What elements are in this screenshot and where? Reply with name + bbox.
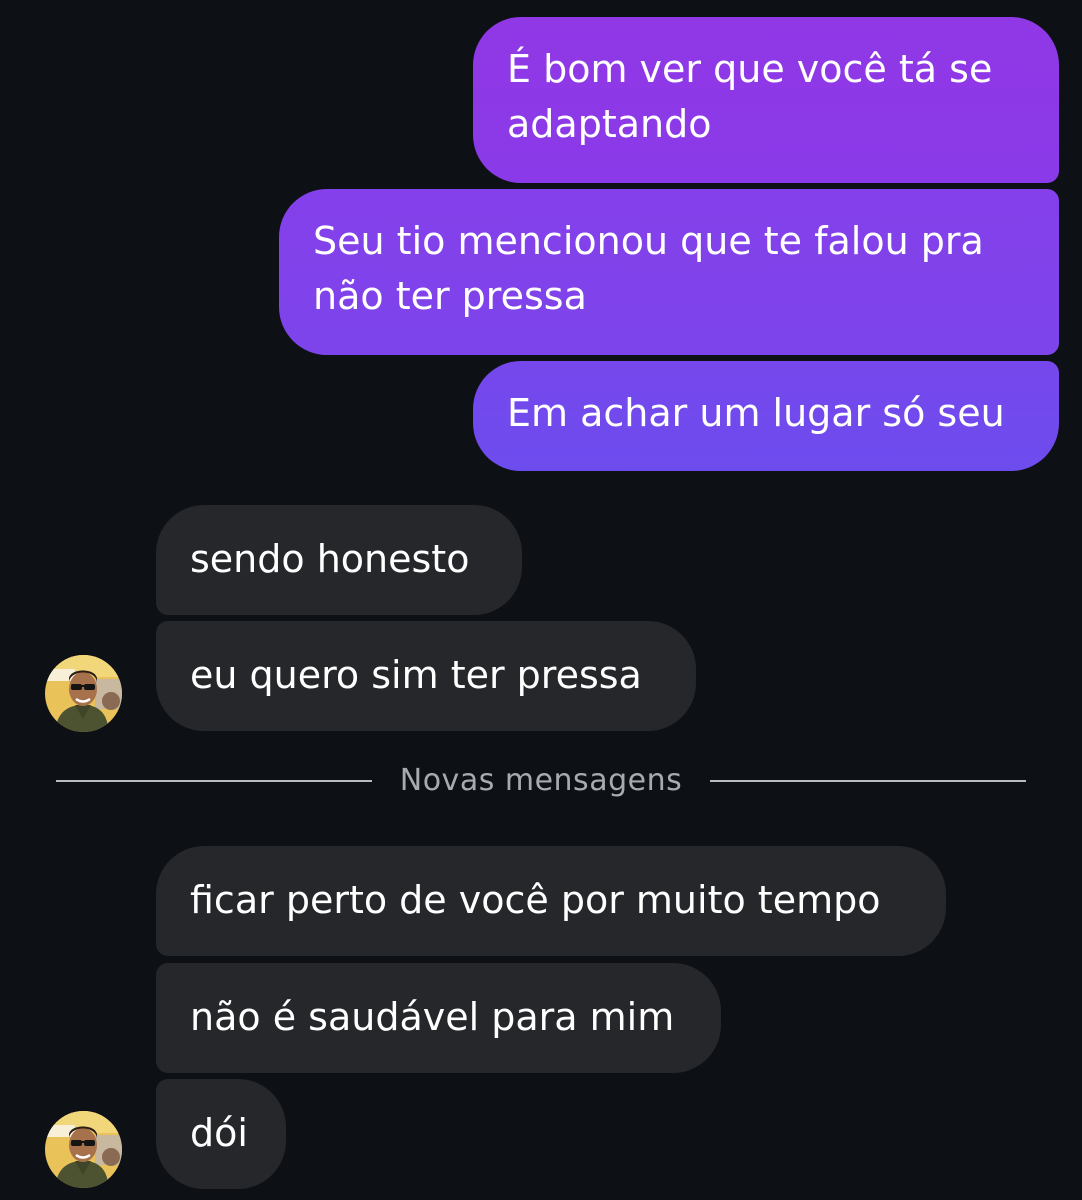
message-text: Em achar um lugar só seu (507, 391, 1005, 435)
received-message[interactable]: não é saudável para mim (156, 963, 721, 1073)
sent-message[interactable]: Em achar um lugar só seu (473, 361, 1059, 471)
message-text-line: não ter pressa (313, 274, 587, 318)
divider-line (710, 780, 1026, 782)
message-text-line: É bom ver que você tá se (507, 47, 993, 91)
message-text: dói (190, 1111, 248, 1155)
sent-message[interactable]: Seu tio mencionou que te falou pra não t… (279, 189, 1059, 355)
received-message[interactable]: dói (156, 1079, 286, 1189)
message-text: não é saudável para mim (190, 995, 675, 1039)
message-text: ficar perto de você por muito tempo (190, 878, 881, 922)
received-message[interactable]: sendo honesto (156, 505, 522, 615)
received-message[interactable]: ficar perto de você por muito tempo (156, 846, 946, 956)
message-text-line: Seu tio mencionou que te falou pra (313, 219, 984, 263)
avatar-photo-icon (45, 655, 122, 732)
message-text-line: adaptando (507, 102, 712, 146)
message-text: sendo honesto (190, 537, 470, 581)
received-message[interactable]: eu quero sim ter pressa (156, 621, 696, 731)
message-text: eu quero sim ter pressa (190, 653, 642, 697)
contact-avatar[interactable] (45, 655, 122, 732)
avatar-photo-icon (45, 1111, 122, 1188)
contact-avatar[interactable] (45, 1111, 122, 1188)
new-messages-divider: Novas mensagens (56, 756, 1026, 806)
sent-message[interactable]: É bom ver que você tá se adaptando (473, 17, 1059, 183)
